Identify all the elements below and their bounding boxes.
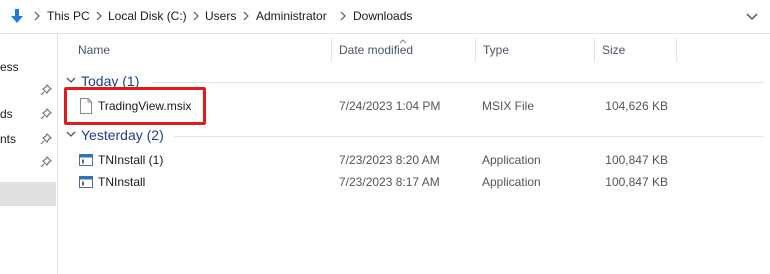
pin-icon[interactable]	[40, 84, 52, 96]
breadcrumb-this-pc[interactable]: This PC	[47, 9, 90, 23]
pin-icon[interactable]	[40, 133, 52, 145]
sidebar-item-quick-access[interactable]: ess	[0, 60, 19, 74]
file-size: 100,847 KB	[605, 153, 668, 167]
file-size: 104,626 KB	[605, 99, 668, 113]
pin-icon[interactable]	[40, 156, 52, 168]
column-divider[interactable]	[331, 38, 332, 62]
column-divider[interactable]	[475, 38, 476, 62]
file-row[interactable]: TNInstall 7/23/2023 8:17 AM Application …	[74, 171, 764, 193]
address-bar[interactable]: This PC Local Disk (C:) Users Administra…	[0, 0, 770, 34]
file-date: 7/23/2023 8:17 AM	[339, 175, 440, 189]
file-type: MSIX File	[482, 99, 535, 113]
file-row[interactable]: TNInstall (1) 7/23/2023 8:20 AM Applicat…	[74, 149, 764, 171]
file-date: 7/23/2023 8:20 AM	[339, 153, 440, 167]
sidebar-item-documents[interactable]: nts	[0, 132, 16, 146]
group-header-yesterday[interactable]: Yesterday (2)	[81, 127, 164, 143]
application-icon	[79, 176, 93, 188]
breadcrumb-users[interactable]: Users	[205, 9, 236, 23]
chevron-down-icon[interactable]	[66, 129, 76, 139]
pin-icon[interactable]	[40, 108, 52, 120]
chevron-right-icon[interactable]	[32, 9, 42, 23]
column-header-name[interactable]: Name	[78, 36, 110, 64]
sort-caret-icon	[399, 39, 407, 44]
file-size: 100,847 KB	[605, 175, 668, 189]
download-arrow-icon	[11, 9, 23, 23]
chevron-right-icon[interactable]	[241, 9, 251, 23]
highlight-annotation	[64, 87, 206, 125]
navigation-pane[interactable]: ess ds nts	[0, 34, 58, 274]
column-divider[interactable]	[594, 38, 595, 62]
breadcrumb-administrator[interactable]: Administrator	[256, 9, 327, 23]
chevron-right-icon[interactable]	[94, 9, 104, 23]
chevron-right-icon[interactable]	[191, 9, 201, 23]
file-type: Application	[482, 153, 541, 167]
chevron-right-icon[interactable]	[338, 9, 348, 23]
application-icon	[79, 154, 93, 166]
column-header-size[interactable]: Size	[602, 36, 625, 64]
sidebar-item-downloads[interactable]: ds	[0, 107, 13, 121]
file-type: Application	[482, 175, 541, 189]
group-divider	[174, 136, 764, 137]
column-header-type[interactable]: Type	[483, 36, 509, 64]
file-date: 7/24/2023 1:04 PM	[339, 99, 441, 113]
file-name[interactable]: TNInstall (1)	[98, 153, 163, 167]
breadcrumb-local-disk[interactable]: Local Disk (C:)	[108, 9, 187, 23]
file-name[interactable]: TNInstall	[98, 175, 145, 189]
sidebar-selected-item[interactable]	[0, 182, 56, 206]
group-divider	[152, 82, 764, 83]
chevron-down-icon[interactable]	[66, 75, 76, 85]
column-divider[interactable]	[676, 38, 677, 62]
breadcrumb-downloads[interactable]: Downloads	[353, 9, 412, 23]
chevron-down-icon[interactable]	[743, 9, 761, 25]
